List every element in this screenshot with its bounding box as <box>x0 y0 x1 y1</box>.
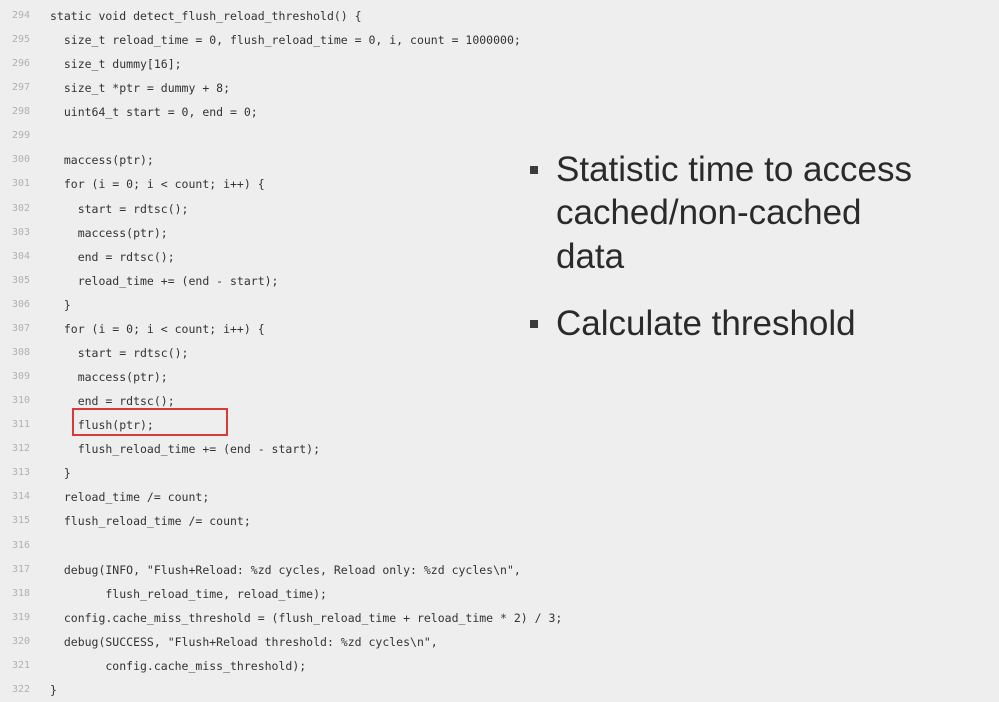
line-number: 305 <box>11 274 30 286</box>
code-text: start = rdtsc(); <box>50 345 189 360</box>
line-number: 321 <box>11 659 30 671</box>
line-number: 318 <box>11 587 30 599</box>
bullet-line: Calculate threshold <box>556 304 856 343</box>
line-number: 295 <box>11 34 30 46</box>
line-number: 303 <box>11 226 30 238</box>
code-text: flush_reload_time /= count; <box>50 514 251 529</box>
code-text: maccess(ptr); <box>50 153 154 168</box>
bullet-line: cached/non-cached <box>556 193 862 232</box>
line-number: 320 <box>11 635 30 647</box>
line-number: 314 <box>11 491 30 503</box>
line-number: 317 <box>11 563 30 575</box>
code-text: for (i = 0; i < count; i++) { <box>50 177 265 192</box>
code-text: size_t dummy[16]; <box>50 57 182 72</box>
code-text: uint64_t start = 0, end = 0; <box>50 105 258 120</box>
line-number: 309 <box>11 371 30 383</box>
line-number: 300 <box>11 154 30 166</box>
code-text: end = rdtsc(); <box>50 394 175 409</box>
line-number: 310 <box>11 395 30 407</box>
line-number: 306 <box>11 298 30 310</box>
line-number: 313 <box>11 467 30 479</box>
code-text: } <box>50 297 71 312</box>
code-text: start = rdtsc(); <box>50 201 189 216</box>
bullet-line: Statistic time to access <box>556 150 912 189</box>
code-text: } <box>50 466 71 481</box>
code-text: flush(ptr); <box>50 418 154 433</box>
line-number: 319 <box>11 611 30 623</box>
code-text: static void detect_flush_reload_threshol… <box>50 9 362 23</box>
code-text: reload_time += (end - start); <box>50 273 279 288</box>
code-text: end = rdtsc(); <box>50 249 175 264</box>
code-text: config.cache_miss_threshold = (flush_rel… <box>50 610 563 625</box>
line-number: 304 <box>11 250 30 262</box>
line-number: 301 <box>11 178 30 190</box>
line-number: 294 <box>11 10 30 21</box>
line-number: 312 <box>11 443 30 455</box>
line-number: 316 <box>11 539 30 551</box>
line-number: 296 <box>11 58 30 70</box>
code-listing: 294 static void detect_flush_reload_thres… <box>0 0 999 700</box>
code-text: for (i = 0; i < count; i++) { <box>50 321 265 336</box>
code-text: size_t *ptr = dummy + 8; <box>50 81 231 96</box>
line-number: 308 <box>11 346 30 358</box>
code-text: config.cache_miss_threshold); <box>50 658 307 673</box>
code-text: flush_reload_time += (end - start); <box>50 442 321 457</box>
line-number: 307 <box>11 322 30 334</box>
bullet-marker <box>530 166 538 174</box>
bullet-line: data <box>556 237 625 276</box>
line-number: 297 <box>11 82 30 94</box>
code-text: flush_reload_time, reload_time); <box>50 586 327 601</box>
code-text: size_t reload_time = 0, flush_reload_tim… <box>50 33 521 48</box>
line-number: 315 <box>11 515 30 527</box>
code-text: maccess(ptr); <box>50 370 168 385</box>
bullet-marker <box>530 320 538 328</box>
line-number: 302 <box>11 202 30 214</box>
code-text: reload_time /= count; <box>50 490 210 505</box>
code-text: debug(SUCCESS, "Flush+Reload threshold: … <box>50 634 438 649</box>
code-text: maccess(ptr); <box>50 225 168 240</box>
line-number: 322 <box>11 683 30 695</box>
code-text: } <box>50 682 57 697</box>
line-number: 298 <box>11 106 30 118</box>
line-number: 299 <box>11 130 30 142</box>
line-number: 311 <box>11 419 30 431</box>
code-text: debug(INFO, "Flush+Reload: %zd cycles, R… <box>50 562 521 577</box>
